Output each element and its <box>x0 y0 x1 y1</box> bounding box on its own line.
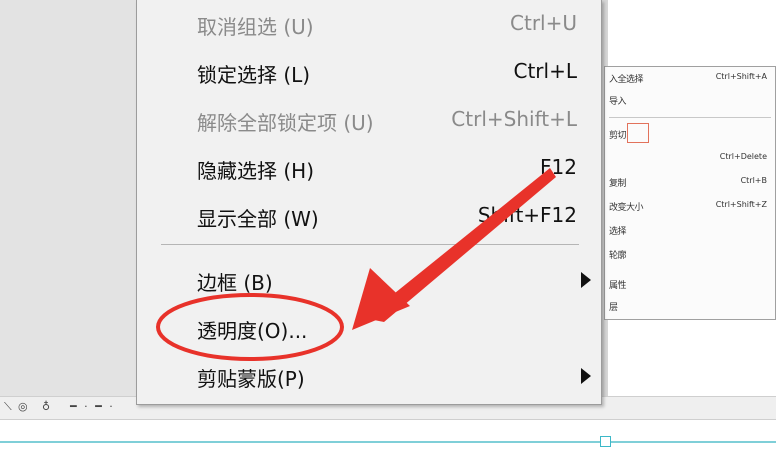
menu-item-label: 透明度(O)... <box>197 319 308 343</box>
bg-menu-row-label: 剪切 <box>609 131 627 141</box>
menu-item-shortcut: Ctrl+Shift+L <box>451 107 577 131</box>
bg-menu-row: 导入 <box>605 91 775 109</box>
menu-item-shortcut: F12 <box>540 155 577 179</box>
bg-menu-row-label: 改变大小 <box>609 203 644 213</box>
menu-item-border[interactable]: 边框 (B) <box>137 258 601 302</box>
background-panel <box>0 0 136 396</box>
bg-menu-row: 属性 <box>605 275 775 293</box>
bg-menu-row-shortcut: Ctrl+B <box>740 176 767 185</box>
menu-item-label: 隐藏选择 (H) <box>197 159 315 183</box>
bg-menu-row-label: 选择 <box>609 227 627 237</box>
line-tool-icon[interactable]: ⟍ <box>4 400 12 414</box>
bg-menu-row-shortcut: Ctrl+Shift+Z <box>715 200 767 209</box>
menu-item-ungroup[interactable]: 取消组选 (U) Ctrl+U <box>137 2 601 46</box>
drop-tool-icon[interactable]: ♁ <box>42 400 50 413</box>
menu-item-unlock-all[interactable]: 解除全部锁定项 (U) Ctrl+Shift+L <box>137 98 601 142</box>
menu-item-hide-selection[interactable]: 隐藏选择 (H) F12 <box>137 146 601 190</box>
bg-menu-row: Ctrl+Delete <box>605 149 775 167</box>
triangle-right-icon <box>581 368 591 384</box>
bg-menu-row-label: 轮廓 <box>609 251 627 261</box>
bg-menu-row: 轮廓 <box>605 245 775 263</box>
bg-menu-row: 复制 Ctrl+B <box>605 173 775 191</box>
menu-separator <box>161 244 579 245</box>
bg-menu-row-shortcut: Ctrl+Shift+A <box>715 72 767 81</box>
bg-menu-row-label: 入全选择 <box>609 75 644 85</box>
dash-style-icon[interactable]: ━ · ━ · <box>70 400 115 413</box>
menu-item-label: 剪贴蒙版(P) <box>197 367 305 391</box>
menu-item-show-all[interactable]: 显示全部 (W) Shift+F12 <box>137 194 601 238</box>
menu-item-label: 显示全部 (W) <box>197 207 319 231</box>
menu-item-label: 锁定选择 (L) <box>197 63 311 87</box>
menu-item-shortcut: Shift+F12 <box>477 203 577 227</box>
menu-item-lock-selection[interactable]: 锁定选择 (L) Ctrl+L <box>137 50 601 94</box>
menu-item-label: 解除全部锁定项 (U) <box>197 111 374 135</box>
menu-item-shortcut: Ctrl+L <box>513 59 578 83</box>
menu-item-label: 取消组选 (U) <box>197 15 314 39</box>
triangle-right-icon <box>581 272 591 288</box>
bg-menu-row: 层 <box>605 297 775 315</box>
circle-tool-icon[interactable]: ◎ <box>18 400 28 413</box>
menu-item-transparency[interactable]: 透明度(O)... <box>137 306 601 350</box>
bg-menu-row: 选择 <box>605 221 775 239</box>
selection-handle[interactable] <box>600 436 611 447</box>
bg-menu-row-label: 层 <box>609 303 618 313</box>
bg-menu-row: 入全选择 Ctrl+Shift+A <box>605 69 775 87</box>
background-context-menu: 入全选择 Ctrl+Shift+A 导入 剪切 Ctrl+Delete 复制 C… <box>604 66 776 320</box>
menu-item-clipping-mask[interactable]: 剪贴蒙版(P) <box>137 354 601 398</box>
bg-menu-row-shortcut: Ctrl+Delete <box>719 152 767 161</box>
bg-menu-row: 剪切 <box>605 125 775 143</box>
canvas-guide-line <box>0 441 776 443</box>
bg-menu-separator <box>609 117 771 118</box>
bg-menu-row-label: 导入 <box>609 97 627 107</box>
bg-menu-row-label: 属性 <box>609 281 627 291</box>
background-canvas-area <box>602 0 776 66</box>
context-menu: 取消组选 (U) Ctrl+U 锁定选择 (L) Ctrl+L 解除全部锁定项 … <box>136 0 602 405</box>
menu-item-label: 边框 (B) <box>197 271 273 295</box>
bg-menu-row-label: 复制 <box>609 179 627 189</box>
menu-item-shortcut: Ctrl+U <box>510 11 577 35</box>
bg-menu-row: 改变大小 Ctrl+Shift+Z <box>605 197 775 215</box>
